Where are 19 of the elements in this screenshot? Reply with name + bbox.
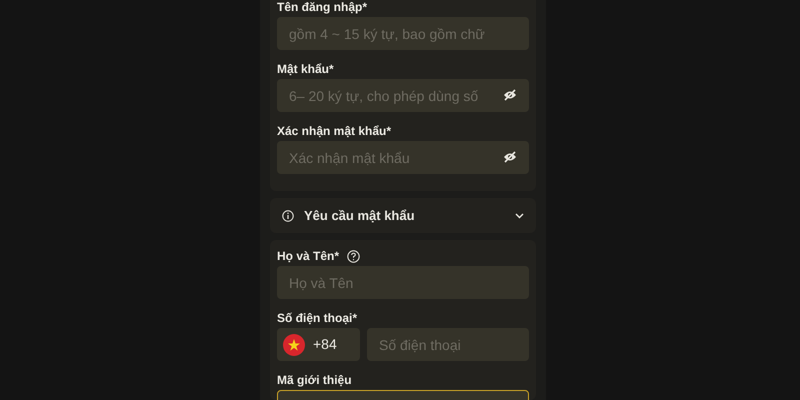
input-field[interactable]: 6– 20 ký tự, cho phép dùng số [277, 79, 529, 112]
help-icon[interactable] [347, 250, 360, 262]
input-field[interactable]: Xác nhận mật khẩu [277, 141, 529, 174]
input-field[interactable]: Họ và Tên [277, 266, 529, 299]
field-label: Số điện thoại* [277, 310, 358, 327]
chevron-icon [515, 212, 524, 218]
input-field[interactable]: gồm 4 ~ 15 ký tự, bao gồm chữ [277, 17, 529, 50]
field-label: Xác nhận mật khẩu* [277, 123, 392, 140]
field-label: Mật khẩu* [277, 61, 334, 78]
flag-icon [283, 334, 305, 356]
eye-slash-icon[interactable] [503, 89, 517, 101]
field-label: Mã giới thiệu [277, 372, 352, 389]
field-label: Tên đăng nhập* [277, 0, 367, 16]
country-code-selector[interactable]: +84 [277, 328, 360, 361]
info-icon [282, 210, 294, 222]
password-requirements-toggle[interactable]: Yêu cầu mật khẩu [270, 198, 536, 233]
eye-slash-icon[interactable] [503, 151, 517, 163]
field-label: Họ và Tên* [277, 248, 340, 265]
input-field[interactable]: Số điện thoại [367, 328, 529, 361]
